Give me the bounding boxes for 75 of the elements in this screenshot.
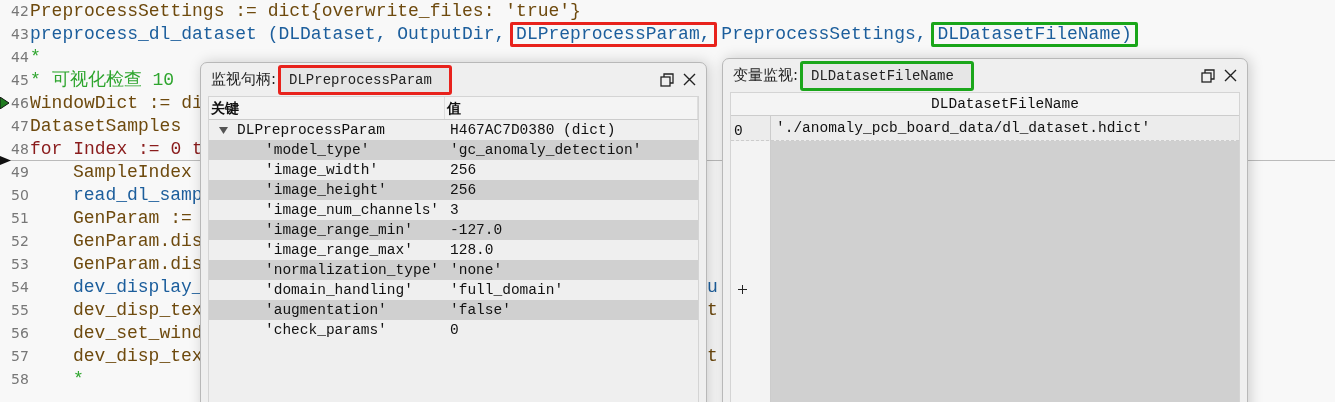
close-icon[interactable]	[1224, 69, 1237, 82]
code-text: u	[707, 276, 718, 299]
line-number: 54	[11, 278, 29, 297]
value-cell-text: 3	[449, 201, 460, 220]
variable-name-field: DLDatasetFileName	[800, 60, 975, 91]
key-cell-text: 'check_params'	[265, 321, 387, 340]
code-text: PreprocessSettings,	[720, 23, 928, 46]
key-cell-text: 'image_range_min'	[265, 221, 413, 240]
line-number: 52	[11, 232, 29, 251]
value-cell-text: 'gc_anomaly_detection'	[449, 141, 643, 160]
line-number: 45	[11, 71, 29, 90]
code-text: SampleIndex	[73, 161, 192, 184]
variable-name-field: DLPreprocessParam	[278, 64, 453, 95]
code-text: dev_disp_tex	[73, 299, 203, 322]
code-text: dev_disp_tex	[73, 345, 203, 368]
line-number: 46	[11, 94, 29, 113]
value-cell-text: 256	[449, 161, 478, 180]
line-number: 44	[11, 48, 29, 67]
key-cell-text: 'image_width'	[265, 161, 379, 180]
line-number: 49	[11, 163, 29, 182]
code-text: for	[30, 138, 63, 161]
line-number: 53	[11, 255, 29, 274]
window-title: 监视句柄:	[211, 70, 277, 89]
line-number: 50	[11, 186, 29, 205]
crosshair-cursor-icon	[738, 285, 747, 294]
line-number: 47	[11, 117, 29, 136]
key-cell-text: 'image_height'	[265, 181, 387, 200]
close-icon[interactable]	[683, 73, 696, 86]
line-number: 51	[11, 209, 29, 228]
code-text: GenParam :=	[73, 207, 192, 230]
value-cell-text: -127.0	[449, 221, 504, 240]
code-text: DatasetSamples	[30, 115, 182, 138]
value-cell-text: 'false'	[449, 301, 512, 320]
key-cell-text: DLPreprocessParam	[237, 121, 385, 140]
key-cell-text: 'image_num_channels'	[265, 201, 440, 220]
code-text: read_dl_samp	[73, 184, 203, 207]
value-cell-text: H467AC7D0380 (dict)	[449, 121, 617, 140]
column-header[interactable]: 值	[445, 97, 698, 119]
line-number: 57	[11, 347, 29, 366]
line-number: 58	[11, 370, 29, 389]
key-cell-text: 'augmentation'	[265, 301, 387, 320]
code-text: *	[30, 46, 41, 69]
code-text: GenParam.dis	[73, 253, 203, 276]
code-text: GenParam.dis	[73, 230, 203, 253]
highlighted-code-text: DLDatasetFileName)	[931, 22, 1138, 47]
line-number: 42	[11, 2, 29, 21]
code-text: t	[707, 299, 718, 322]
code-text: dev_display_	[73, 276, 203, 299]
value-cell-text: 256	[449, 181, 478, 200]
expand-triangle-icon[interactable]	[219, 126, 228, 134]
key-cell-text: 'normalization_type'	[265, 261, 440, 280]
column-header[interactable]: 关键	[209, 97, 445, 119]
restore-icon[interactable]	[660, 72, 674, 87]
window-title: 变量监视:	[733, 66, 799, 85]
value-cell-text: 'none'	[449, 261, 504, 280]
code-text: * 可视化检查 10	[30, 69, 174, 92]
value-cell-text: 128.0	[449, 241, 495, 260]
code-text: preprocess_dl_dataset (DLDataset, OutputDir,	[30, 23, 507, 46]
restore-icon[interactable]	[1201, 68, 1215, 83]
code-text: t	[707, 345, 718, 368]
highlighted-code-text: DLPreprocessParam,	[510, 22, 717, 47]
value-cell-text: './anomaly_pcb_board_data/dl_dataset.hdict'	[775, 119, 1152, 138]
line-number: 48	[11, 140, 29, 159]
key-cell-text: 'model_type'	[265, 141, 370, 160]
code-text: WindowDict := di	[30, 92, 203, 115]
code-text: dev_set_wind	[73, 322, 203, 345]
key-cell-text: 'image_range_max'	[265, 241, 413, 260]
line-number: 43	[11, 25, 29, 44]
key-cell-text: 'domain_handling'	[265, 281, 413, 300]
line-number: 55	[11, 301, 29, 320]
line-number: 56	[11, 324, 29, 343]
code-text: *	[73, 368, 84, 391]
value-cell-text: 'full_domain'	[449, 281, 565, 300]
value-cell-text: 0	[449, 321, 460, 340]
code-text: PreprocessSettings := dict{overwrite_files: 'true'}	[30, 0, 581, 23]
